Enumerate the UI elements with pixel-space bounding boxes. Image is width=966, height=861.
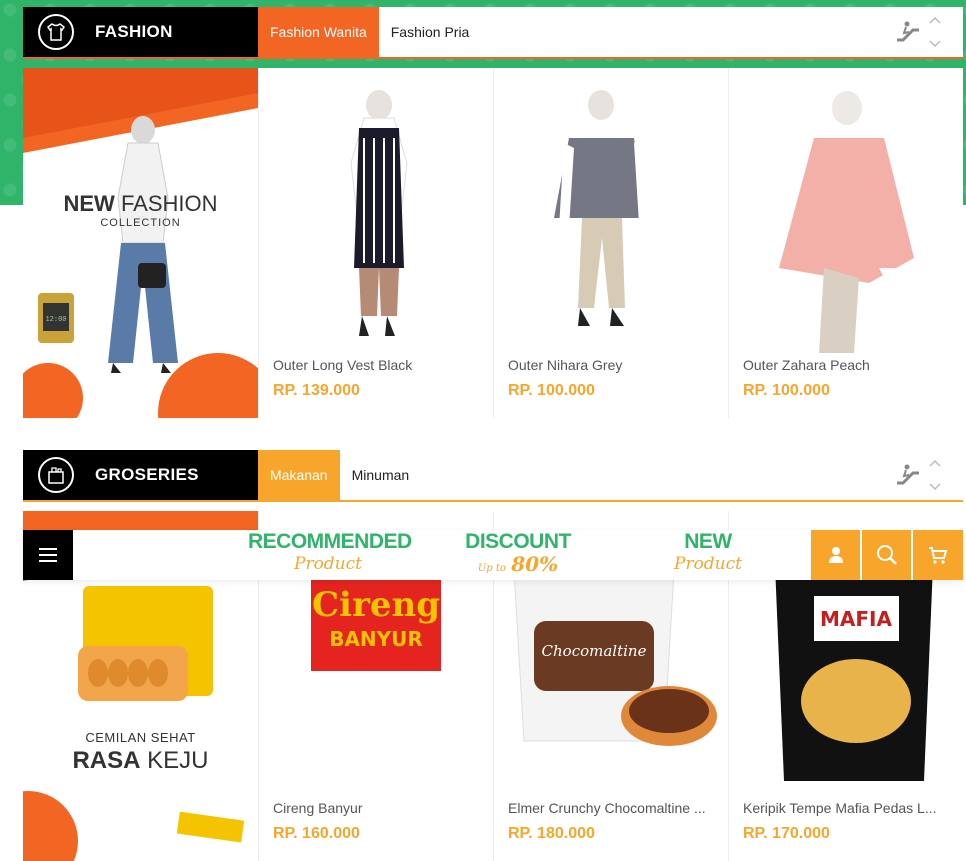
product-image [779,91,914,353]
scroll-arrows-icon[interactable] [929,458,941,492]
svg-text:BANYUR: BANYUR [329,627,423,651]
svg-text:Chocomaltine: Chocomaltine [542,642,647,660]
tab-fashion-wanita[interactable]: Fashion Wanita [258,7,379,57]
banner-headline: NEW FASHION [63,191,218,216]
tab-minuman[interactable]: Minuman [340,450,422,500]
product-image [554,90,649,326]
menu-button[interactable] [23,530,73,580]
tab-makanan[interactable]: Makanan [258,450,340,500]
svg-text:12:00: 12:00 [45,316,66,324]
product-name[interactable]: Outer Nihara Grey [508,357,718,373]
product-price: RP. 100.000 [743,382,830,399]
product-price: RP. 100.000 [508,382,595,399]
scroll-arrows-icon[interactable] [929,15,941,49]
groceries-tabs: Makanan Minuman [258,450,421,500]
search-button[interactable] [862,530,911,580]
banner-subheadline: COLLECTION [100,217,181,229]
promo-discount[interactable]: DISCOUNT Up to 80% [458,530,578,580]
fashion-banner[interactable]: 12:00 NEW FASHION COLLECTION [23,68,258,418]
fashion-header: FASHION Fashion Wanita Fashion Pria [23,7,963,59]
cart-icon [929,547,948,564]
product-name[interactable]: Outer Long Vest Black [273,357,483,373]
product-price: RP. 139.000 [273,382,360,399]
search-icon [876,545,897,565]
escalator-icon[interactable] [895,20,921,44]
fashion-title: FASHION [95,22,173,41]
svg-text:Cireng: Cireng [312,585,440,625]
product-card[interactable]: Outer Nihara Grey RP. 100.000 [493,68,728,418]
sticky-navbar: RECOMMENDED Product DISCOUNT Up to 80% N… [23,530,963,580]
user-icon [828,547,843,563]
grocery-bag-icon [38,457,74,493]
groceries-header: GROSERIES Makanan Minuman [23,450,963,502]
svg-text:MAFIA: MAFIA [820,607,892,631]
product-name[interactable]: Cireng Banyur [273,800,483,816]
promo-new[interactable]: NEW Product [663,530,753,580]
banner-subheadline: CEMILAN SEHAT [85,730,196,745]
fashion-tabs: Fashion Wanita Fashion Pria [258,7,481,57]
fashion-category[interactable]: FASHION [23,7,258,57]
product-image [350,90,408,336]
user-button[interactable] [811,530,860,580]
hamburger-icon [39,548,57,550]
tshirt-icon [38,14,74,50]
product-name[interactable]: Keripik Tempe Mafia Pedas L... [743,800,953,816]
banner-headline: RASA KEJU [72,747,209,774]
groceries-title: GROSERIES [95,465,199,484]
product-price: RP. 160.000 [273,825,360,842]
product-card[interactable]: Outer Zahara Peach RP. 100.000 [728,68,963,418]
product-name[interactable]: Outer Zahara Peach [743,357,953,373]
fashion-products: 12:00 NEW FASHION COLLECTION Outer Long … [23,68,963,418]
groceries-category[interactable]: GROSERIES [23,450,258,500]
product-name[interactable]: Elmer Crunchy Chocomaltine ... [508,800,718,816]
product-card[interactable]: Outer Long Vest Black RP. 139.000 [258,68,493,418]
escalator-icon[interactable] [895,463,921,487]
product-price: RP. 170.000 [743,825,830,842]
cart-button[interactable] [913,530,963,580]
promo-recommended[interactable]: RECOMMENDED Product [248,530,412,580]
tab-fashion-pria[interactable]: Fashion Pria [379,7,482,57]
product-price: RP. 180.000 [508,825,595,842]
